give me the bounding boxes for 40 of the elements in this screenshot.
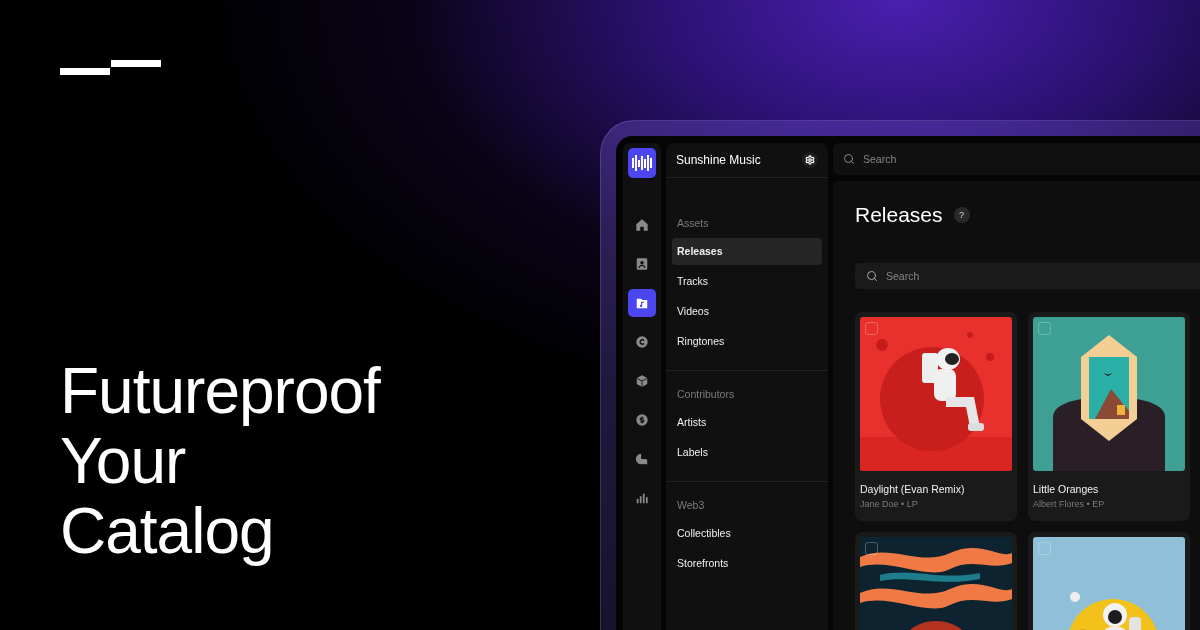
workspace-title: Sunshine Music <box>676 153 761 167</box>
top-search-field[interactable]: Search <box>833 143 1200 175</box>
home-icon <box>635 218 649 232</box>
nav-item[interactable]: Collectibles <box>672 520 822 547</box>
release-subtitle: Albert Flores • EP <box>1033 499 1106 509</box>
search-field[interactable]: Search <box>855 263 1200 289</box>
cube-icon <box>635 374 649 388</box>
help-button[interactable]: ? <box>953 207 970 223</box>
copyright-icon <box>635 335 649 349</box>
dollar-coin-icon <box>635 413 649 427</box>
settings-button[interactable] <box>802 152 818 168</box>
search-icon <box>866 270 878 282</box>
headline: Futureproof Your Catalog <box>60 356 382 566</box>
nav-item[interactable]: Storefronts <box>672 550 822 577</box>
contact-card-icon <box>635 257 649 271</box>
page-title: Releases <box>855 203 943 227</box>
nav-item[interactable]: Artists <box>672 409 822 436</box>
nav-item[interactable]: Releases <box>672 238 822 265</box>
nav-item[interactable]: Tracks <box>672 268 822 295</box>
select-checkbox[interactable] <box>1038 322 1051 335</box>
search-icon <box>843 153 855 165</box>
select-checkbox[interactable] <box>1038 542 1051 555</box>
app-logo-icon <box>628 148 656 178</box>
select-checkbox[interactable] <box>865 322 878 335</box>
select-checkbox[interactable] <box>865 542 878 555</box>
rail-button[interactable] <box>628 289 656 317</box>
section-title: Contributors <box>676 387 736 402</box>
section-title: Web3 <box>676 498 706 513</box>
nav-item[interactable]: Labels <box>672 439 822 466</box>
nav-item[interactable]: Ringtones <box>672 328 822 355</box>
pie-chart-icon <box>635 452 649 466</box>
section-title: Assets <box>676 216 710 231</box>
release-card[interactable]: Daylight (Evan Remix) Jane Doe • LP <box>855 312 1017 521</box>
bar-chart-icon <box>635 491 649 505</box>
release-subtitle: Jane Doe • LP <box>860 499 919 509</box>
release-card[interactable]: Little Oranges Albert Flores • EP <box>1028 312 1190 521</box>
nav-item[interactable]: Videos <box>672 298 822 325</box>
release-title: Daylight (Evan Remix) <box>860 483 966 495</box>
music-folder-icon <box>635 296 649 310</box>
release-title: Little Oranges <box>1033 483 1100 495</box>
